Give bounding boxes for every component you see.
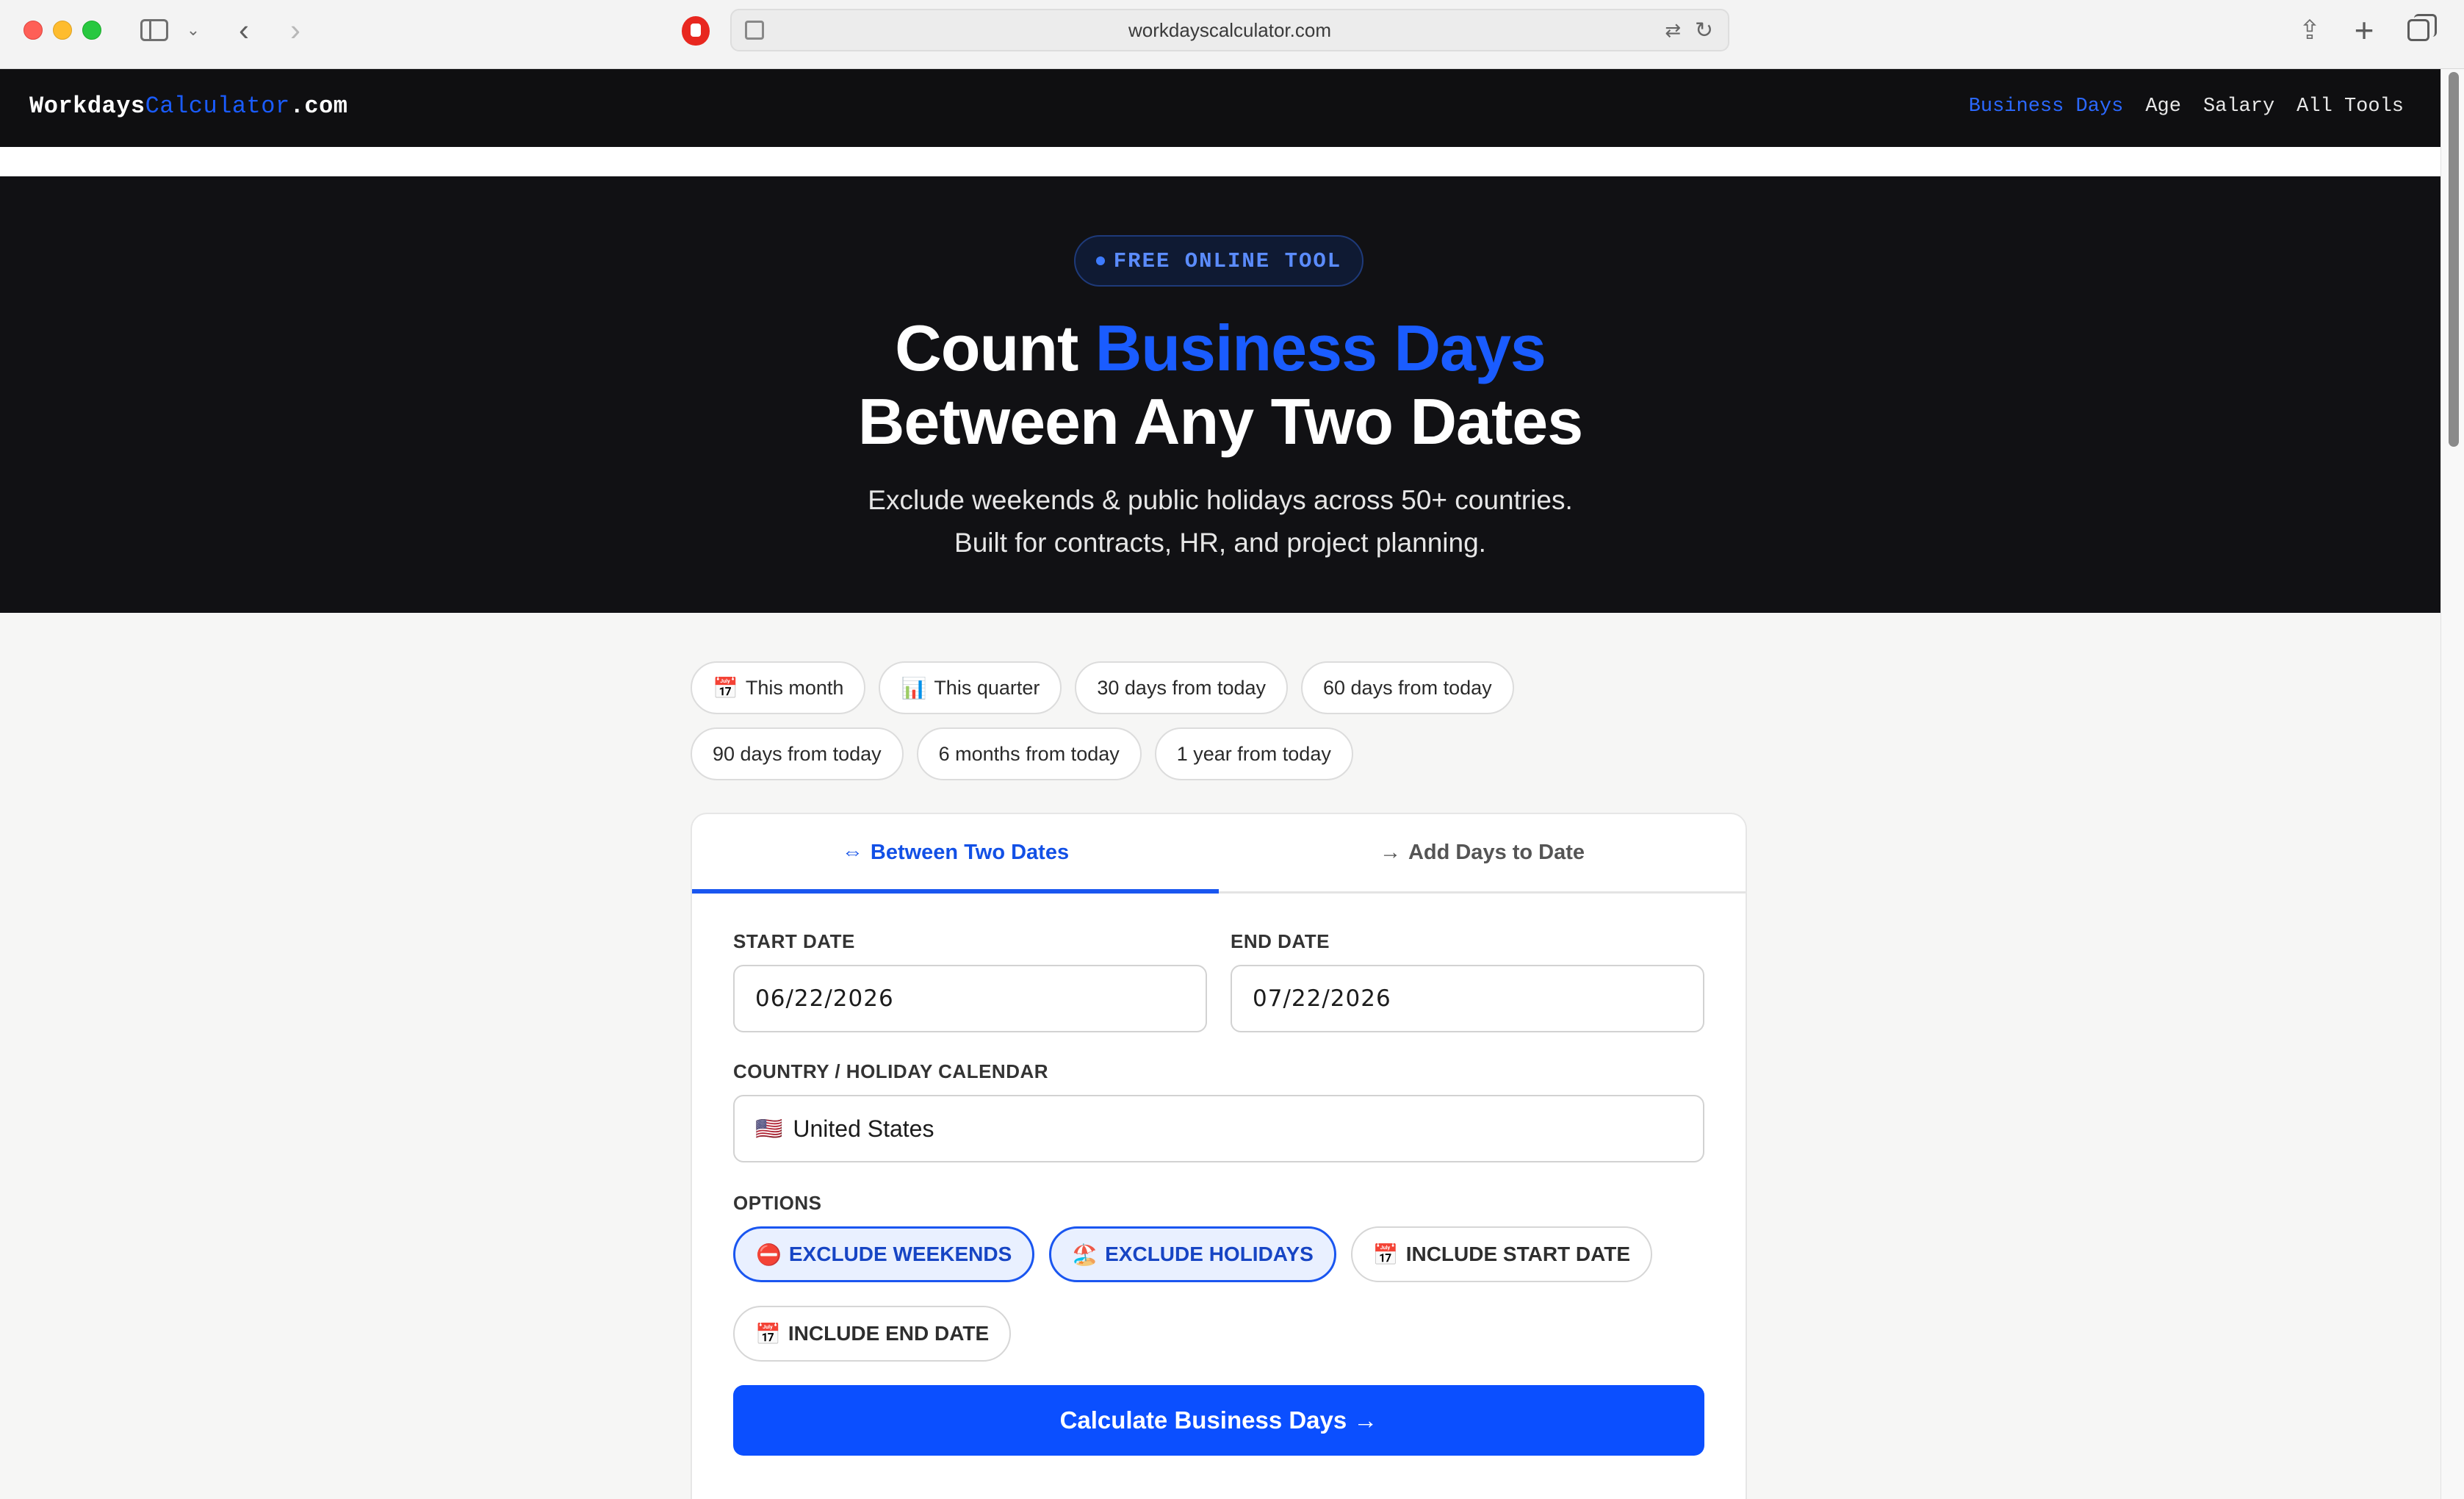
preset-this-quarter[interactable]: 📊 This quarter <box>879 661 1062 714</box>
hero-subtitle-line1: Exclude weekends & public holidays acros… <box>868 485 1573 515</box>
tab-add-days-to-date[interactable]: → Add Days to Date <box>1219 814 1746 891</box>
tabs-overview-icon[interactable] <box>2404 14 2437 46</box>
option-include-end-date[interactable]: 📅 INCLUDE END DATE <box>733 1306 1012 1362</box>
end-date-input[interactable]: 07/22/2026 <box>1231 965 1704 1032</box>
nav-business-days[interactable]: Business Days <box>1969 96 2124 118</box>
hero-title-line2: Between Any Two Dates <box>857 385 1583 458</box>
url-text: workdayscalculator.com <box>1128 18 1331 41</box>
hero-title-accent: Business Days <box>1095 312 1546 384</box>
start-date-label: START DATE <box>733 930 855 952</box>
hero-title-part1: Count <box>895 312 1095 384</box>
preset-chips: 📅 This month 📊 This quarter 30 days from t… <box>691 661 1748 794</box>
tab-between-two-dates[interactable]: ⇔ Between Two Dates <box>692 814 1219 894</box>
share-icon[interactable]: ⇪ <box>2295 15 2324 46</box>
plus-icon[interactable]: + <box>2349 11 2379 49</box>
options-label: OPTIONS <box>733 1192 822 1214</box>
nav-all-tools[interactable]: All Tools <box>2297 96 2404 118</box>
country-select[interactable]: 🇺🇸 United States <box>733 1095 1704 1162</box>
calculator-section: 📅 This month 📊 This quarter 30 days from t… <box>0 613 2440 1499</box>
preset-30-days[interactable]: 30 days from today <box>1075 661 1288 714</box>
badge-text: FREE ONLINE TOOL <box>1113 248 1342 273</box>
hero-section: FREE ONLINE TOOL Count Business Days Bet… <box>0 176 2440 613</box>
option-exclude-holidays[interactable]: 🏖️ EXCLUDE HOLIDAYS <box>1049 1226 1336 1282</box>
shield-icon[interactable] <box>682 16 710 46</box>
calculate-button[interactable]: Calculate Business Days → <box>733 1385 1704 1456</box>
logo-text-2: Calculator <box>145 93 290 120</box>
preset-label: 1 year from today <box>1176 742 1331 765</box>
site-logo[interactable]: WorkdaysCalculator.com <box>29 93 347 120</box>
badge-dot-icon <box>1095 256 1105 265</box>
calendar-icon: 📅 <box>1372 1243 1399 1266</box>
preset-label: This quarter <box>934 676 1040 699</box>
option-label: INCLUDE END DATE <box>788 1322 990 1345</box>
main-nav: Business Days Age Salary All Tools <box>1947 96 2404 118</box>
preset-label: 90 days from today <box>713 742 882 765</box>
minimize-window-button[interactable] <box>53 21 72 40</box>
preset-60-days[interactable]: 60 days from today <box>1301 661 1514 714</box>
hero-badge: FREE ONLINE TOOL <box>1074 235 1364 287</box>
date-form: START DATE 06/22/2026 END DATE 07/22/202… <box>733 930 1704 1456</box>
translate-icon[interactable]: ⇄ <box>1665 19 1681 42</box>
calendar-icon: 📅 <box>713 676 738 700</box>
arrow-right-icon: → <box>1379 841 1401 864</box>
sidebar-icon[interactable] <box>138 15 170 46</box>
mode-tabs: ⇔ Between Two Dates → Add Days to Date <box>692 814 1746 894</box>
preset-90-days[interactable]: 90 days from today <box>691 727 904 780</box>
page-settings-icon[interactable] <box>745 21 764 40</box>
us-flag-icon: 🇺🇸 <box>755 1116 783 1141</box>
start-date-input[interactable]: 06/22/2026 <box>733 965 1207 1032</box>
header-spacer <box>0 147 2440 176</box>
end-date-label: END DATE <box>1231 930 1330 952</box>
option-label: EXCLUDE HOLIDAYS <box>1105 1243 1314 1265</box>
forward-icon[interactable]: › <box>281 12 310 47</box>
calculator-card: ⇔ Between Two Dates → Add Days to Date STA… <box>691 813 1747 1499</box>
double-arrow-icon: ⇔ <box>841 841 863 864</box>
scrollbar-thumb[interactable] <box>2449 72 2459 447</box>
calendar-icon: 📅 <box>755 1322 781 1345</box>
preset-label: This month <box>745 676 844 699</box>
country-value: United States <box>793 1115 934 1142</box>
reload-icon[interactable]: ↻ <box>1695 18 1713 43</box>
logo-text-1: Workdays <box>29 93 145 120</box>
option-exclude-weekends[interactable]: ⛔ EXCLUDE WEEKENDS <box>733 1226 1035 1282</box>
country-label: COUNTRY / HOLIDAY CALENDAR <box>733 1060 1049 1082</box>
preset-label: 6 months from today <box>938 742 1120 765</box>
page-scrollbar[interactable] <box>2440 69 2464 1499</box>
hero-title: Count Business Days Between Any Two Date… <box>0 312 2440 459</box>
nav-age[interactable]: Age <box>2145 96 2181 118</box>
close-window-button[interactable] <box>24 21 43 40</box>
beach-umbrella-icon: 🏖️ <box>1072 1243 1098 1266</box>
no-entry-icon: ⛔ <box>756 1243 782 1266</box>
option-include-start-date[interactable]: 📅 INCLUDE START DATE <box>1350 1226 1653 1282</box>
logo-text-3: .com <box>289 93 348 120</box>
bar-chart-icon: 📊 <box>901 676 927 700</box>
option-label: INCLUDE START DATE <box>1405 1243 1631 1265</box>
back-icon[interactable]: ‹ <box>229 12 259 47</box>
preset-1-year[interactable]: 1 year from today <box>1154 727 1353 780</box>
nav-salary[interactable]: Salary <box>2203 96 2274 118</box>
site-header: WorkdaysCalculator.com Business Days Age… <box>0 69 2440 147</box>
preset-label: 60 days from today <box>1323 676 1492 699</box>
hero-subtitle: Exclude weekends & public holidays acros… <box>0 479 2440 564</box>
preset-6-months[interactable]: 6 months from today <box>916 727 1142 780</box>
preset-this-month[interactable]: 📅 This month <box>691 661 866 714</box>
address-bar[interactable]: workdayscalculator.com ⇄ ↻ <box>730 9 1729 51</box>
option-label: EXCLUDE WEEKENDS <box>788 1243 1012 1265</box>
tab-label: Between Two Dates <box>870 841 1070 864</box>
tab-label: Add Days to Date <box>1408 841 1585 864</box>
browser-toolbar: ⌄ ‹ › workdayscalculator.com ⇄ ↻ ⇪ + <box>0 0 2464 69</box>
preset-label: 30 days from today <box>1097 676 1266 699</box>
zoom-window-button[interactable] <box>82 21 101 40</box>
hero-subtitle-line2: Built for contracts, HR, and project pla… <box>954 528 1486 558</box>
chevron-down-icon[interactable]: ⌄ <box>184 15 203 46</box>
